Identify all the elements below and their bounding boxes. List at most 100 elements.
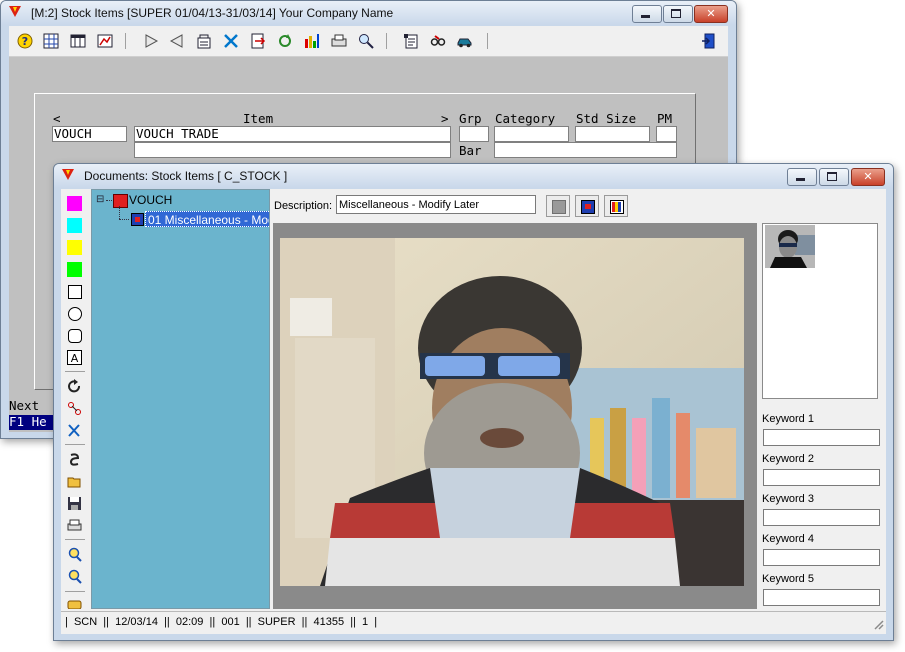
item-code-value: VOUCH (54, 126, 92, 141)
keyword4-label: Keyword 4 (762, 533, 814, 545)
rotate-icon[interactable] (67, 379, 82, 394)
image-viewer[interactable] (273, 223, 757, 609)
bars-icon[interactable] (304, 33, 320, 49)
print-icon[interactable] (331, 33, 347, 49)
description-label: Description: (274, 200, 333, 212)
f1-help-label[interactable]: F1 He (9, 415, 47, 429)
std-size-field[interactable] (575, 126, 650, 142)
text-tool-icon[interactable]: A (67, 350, 82, 365)
stop-button[interactable] (546, 195, 570, 217)
category-column-header: Category (495, 111, 556, 126)
yellow-color-swatch[interactable] (67, 240, 82, 255)
zoom-out-icon[interactable] (67, 569, 82, 584)
magenta-color-swatch[interactable] (67, 196, 82, 211)
toolbar-separator (65, 444, 85, 445)
help-icon[interactable]: ? (17, 33, 33, 49)
ellipse-tool-icon[interactable] (68, 307, 82, 321)
cyan-color-swatch[interactable] (67, 218, 82, 233)
main-maximize-button[interactable] (663, 5, 693, 23)
rounded-rect-tool-icon[interactable] (68, 329, 82, 343)
nav-prev-label[interactable]: < (53, 112, 61, 126)
main-toolbar: ? (9, 26, 728, 57)
svg-text:A: A (71, 352, 79, 365)
close-icon: ✕ (706, 7, 716, 20)
resize-grip-icon[interactable] (872, 618, 884, 630)
notes-icon[interactable] (403, 33, 419, 49)
save-icon[interactable] (67, 496, 82, 511)
tag-icon[interactable] (67, 599, 82, 609)
document-icon (131, 213, 144, 226)
toolbar-separator (125, 33, 126, 49)
scissors-icon[interactable] (67, 423, 82, 438)
color-adjust-button[interactable] (604, 195, 628, 217)
keyword1-input[interactable] (763, 429, 880, 446)
grp-column-header: Grp (459, 111, 482, 126)
car-icon[interactable] (457, 33, 473, 49)
document-photo (280, 238, 744, 586)
back-icon[interactable] (169, 33, 185, 49)
doc-maximize-button[interactable] (819, 168, 849, 186)
pm-column-header: PM (657, 111, 673, 126)
main-minimize-button[interactable] (632, 5, 662, 23)
keyword2-input[interactable] (763, 469, 880, 486)
play-icon[interactable] (143, 33, 159, 49)
grp-field[interactable] (459, 126, 489, 142)
svg-text:?: ? (22, 35, 28, 48)
search-icon[interactable] (358, 33, 374, 49)
print-icon[interactable] (67, 518, 82, 533)
category-field[interactable] (494, 126, 569, 142)
tools-icon[interactable] (223, 33, 239, 49)
item-description-field[interactable]: VOUCH TRADE (134, 126, 451, 142)
documents-window: Documents: Stock Items [ C_STOCK ] ✕ A ⊟… (53, 163, 894, 641)
properties-icon[interactable] (196, 33, 212, 49)
keyword1-label: Keyword 1 (762, 413, 814, 425)
keyword5-label: Keyword 5 (762, 573, 814, 585)
zoom-in-icon[interactable] (67, 547, 82, 562)
bar-label: Bar (459, 143, 482, 158)
refresh-icon[interactable] (277, 33, 293, 49)
grid-icon[interactable] (43, 33, 59, 49)
glasses-icon[interactable] (430, 33, 446, 49)
next-label[interactable]: Next (9, 399, 39, 413)
tree-connector (106, 200, 112, 201)
keyword3-input[interactable] (763, 509, 880, 526)
item-description-value: VOUCH TRADE (136, 126, 219, 141)
export-icon[interactable] (250, 33, 266, 49)
main-title-bar[interactable]: [M:2] Stock Items [SUPER 01/04/13-31/03/… (1, 1, 736, 25)
keyword5-input[interactable] (763, 589, 880, 606)
item-code-field[interactable]: VOUCH (52, 126, 127, 142)
capture-button[interactable] (575, 195, 599, 217)
doc-close-button[interactable]: ✕ (851, 168, 885, 186)
status-text: | SCN || 12/03/14 || 02:09 || 001 || SUP… (65, 616, 378, 628)
thumbnail-image[interactable] (765, 225, 815, 268)
pm-field[interactable] (656, 126, 677, 142)
document-tree[interactable]: ⊟ VOUCH 01 Miscellaneous - Modify Later (91, 189, 270, 609)
close-icon: ✕ (863, 170, 873, 183)
item-description-line2-field[interactable] (134, 142, 451, 158)
tree-selected-node[interactable]: 01 Miscellaneous - Modify Later (145, 211, 269, 227)
barcode-field[interactable] (494, 142, 677, 158)
doc-title-bar[interactable]: Documents: Stock Items [ C_STOCK ] ✕ (54, 164, 893, 188)
exit-door-icon[interactable] (701, 33, 717, 49)
stop-icon (552, 200, 566, 214)
chart-icon[interactable] (97, 33, 113, 49)
drawing-toolbar: A (61, 189, 91, 609)
doc-minimize-button[interactable] (787, 168, 817, 186)
nav-next-label[interactable]: > (441, 112, 449, 126)
tree-root-label[interactable]: VOUCH (129, 193, 172, 207)
link-icon[interactable] (67, 401, 82, 416)
main-window-title: [M:2] Stock Items [SUPER 01/04/13-31/03/… (31, 6, 394, 20)
std-size-column-header: Std Size (576, 111, 637, 126)
scan-icon[interactable] (67, 452, 82, 467)
toolbar-separator (65, 591, 85, 592)
capture-icon (581, 200, 595, 214)
green-color-swatch[interactable] (67, 262, 82, 277)
table-icon[interactable] (70, 33, 86, 49)
thumbnail-list[interactable] (762, 223, 878, 399)
main-close-button[interactable]: ✕ (694, 5, 728, 23)
keyword4-input[interactable] (763, 549, 880, 566)
rectangle-tool-icon[interactable] (68, 285, 82, 299)
open-folder-icon[interactable] (67, 474, 82, 489)
description-input[interactable]: Miscellaneous - Modify Later (336, 195, 536, 214)
tree-collapse-toggle[interactable]: ⊟ (96, 195, 104, 205)
